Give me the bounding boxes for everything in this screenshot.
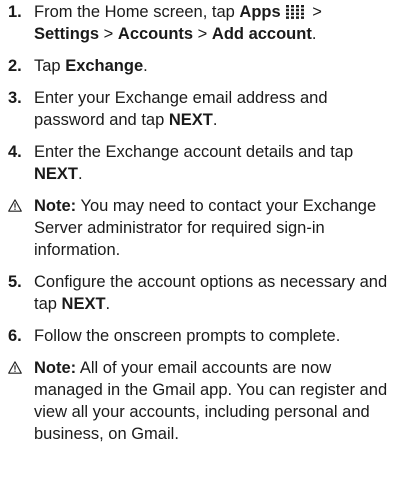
step-text: Enter the Exchange account details and t…	[34, 141, 389, 185]
note-body: All of your email accounts are now manag…	[34, 359, 388, 443]
step-number: 4.	[8, 143, 22, 161]
step-number: 2.	[8, 57, 22, 75]
step-2: 2. Tap Exchange.	[8, 55, 389, 77]
step-text: Tap Exchange.	[34, 55, 389, 77]
settings-label: Settings	[34, 25, 100, 43]
period: .	[105, 295, 111, 313]
step-5: 5. Configure the account options as nece…	[8, 271, 389, 315]
period: .	[143, 57, 148, 75]
step-text: Configure the account options as necessa…	[34, 271, 389, 315]
note-text: Note: You may need to contact your Excha…	[34, 195, 389, 261]
step-6: 6. Follow the onscreen prompts to comple…	[8, 325, 389, 347]
add-account-label: Add account	[211, 25, 312, 43]
step-text: Enter your Exchange email address and pa…	[34, 87, 389, 131]
note-1: Note: You may need to contact your Excha…	[8, 195, 389, 261]
instructions-document: 1. From the Home screen, tap Apps > Sett…	[0, 0, 393, 499]
next-label: NEXT	[34, 165, 79, 183]
note-body: You may need to contact your Exchange Se…	[34, 197, 377, 259]
step-number: 1.	[8, 3, 22, 21]
step-2-prefix: Tap	[34, 57, 66, 75]
warning-triangle-icon	[8, 357, 34, 379]
step-1-prefix: From the Home screen, tap	[34, 3, 240, 21]
step-text: Follow the onscreen prompts to complete.	[34, 327, 341, 345]
note-label: Note:	[34, 197, 77, 215]
step-4: 4. Enter the Exchange account details an…	[8, 141, 389, 185]
accounts-label: Accounts	[117, 25, 194, 43]
period: .	[311, 25, 317, 43]
exchange-label: Exchange	[65, 57, 144, 75]
separator: >	[307, 3, 322, 21]
next-label: NEXT	[61, 295, 106, 313]
warning-triangle-icon	[8, 199, 22, 212]
warning-triangle-icon	[8, 195, 34, 217]
step-1: 1. From the Home screen, tap Apps > Sett…	[8, 1, 389, 45]
separator: >	[99, 25, 118, 43]
note-text: Note: All of your email accounts are now…	[34, 357, 389, 445]
warning-triangle-icon	[8, 361, 22, 374]
step-4-prefix: Enter the Exchange account details and t…	[34, 143, 354, 161]
separator: >	[193, 25, 212, 43]
step-text: From the Home screen, tap Apps > Setting…	[34, 1, 389, 45]
step-3: 3. Enter your Exchange email address and…	[8, 87, 389, 131]
period: .	[212, 111, 218, 129]
note-label: Note:	[34, 359, 77, 377]
period: .	[78, 165, 83, 183]
apps-label: Apps	[239, 3, 281, 21]
step-number: 5.	[8, 273, 22, 291]
next-label: NEXT	[168, 111, 213, 129]
note-2: Note: All of your email accounts are now…	[8, 357, 389, 445]
step-number: 3.	[8, 89, 22, 107]
step-number: 6.	[8, 327, 22, 345]
apps-grid-icon	[285, 5, 304, 19]
